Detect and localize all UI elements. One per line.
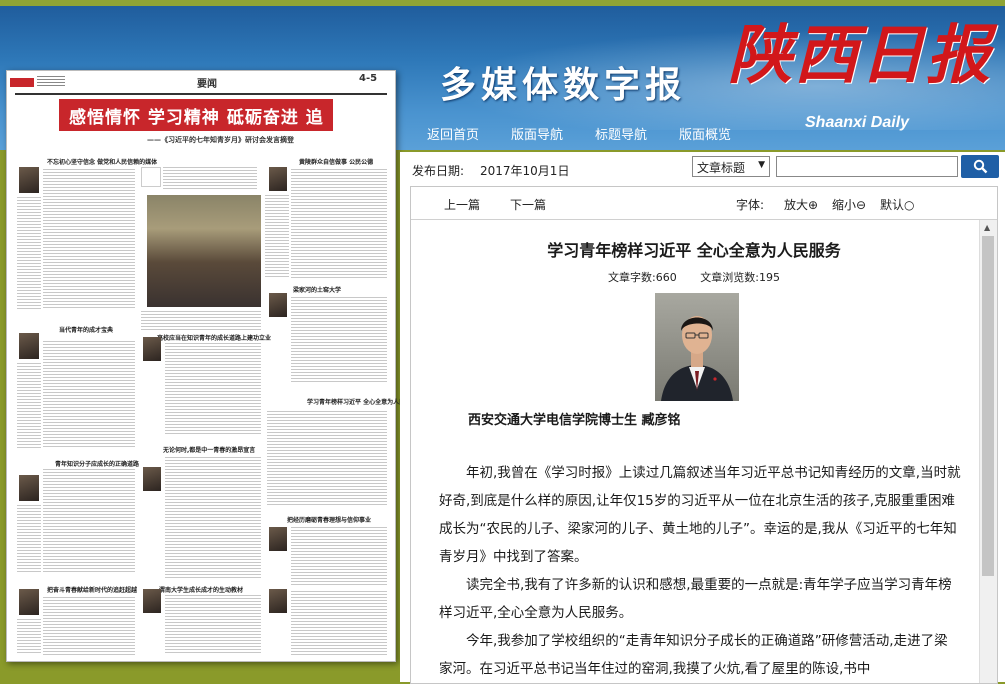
plus-circle-icon: ⊕ [808, 198, 819, 212]
zoom-out-label: 缩小 [832, 198, 857, 212]
headline-area[interactable]: 青年知识分子应成长的正确道路 [55, 459, 139, 468]
mini-logo [10, 78, 34, 87]
text-column [267, 411, 387, 507]
portrait-image [655, 293, 739, 401]
mini-masthead-text [37, 76, 65, 88]
article-paragraph: 今年,我参加了学校组织的“走青年知识分子成长的正确道路”研修营活动,走进了梁家河… [439, 633, 948, 677]
text-column [265, 195, 289, 279]
author-photo [269, 167, 287, 191]
newspaper-logo: 陕西日报 [728, 18, 992, 93]
zoom-in-button[interactable]: 放大⊕ [784, 196, 818, 213]
article-paragraph: 读完全书,我有了许多新的认识和感想,最重要的一点就是:青年学子应当学习青年榜样习… [439, 577, 952, 621]
nav-page-overview[interactable]: 版面概览 [679, 124, 731, 143]
previous-article-link[interactable]: 上一篇 [444, 196, 480, 213]
newspaper-page-thumbnail[interactable]: 要闻 4-5 感悟情怀 学习精神 砥砺奋进 追赶超越 ——《习近平的七年知青岁月… [6, 70, 417, 662]
article-paragraph: 年初,我曾在《学习时报》上读过几篇叙述当年习近平总书记知青经历的文章,当时就好奇… [439, 465, 961, 565]
text-column [17, 363, 41, 449]
headline-area[interactable]: 不忘初心坚守信念 做党和人民信赖的媒体 [47, 157, 157, 166]
text-column [17, 197, 41, 309]
scroll-up-arrow-icon[interactable]: ▲ [984, 223, 990, 232]
reset-label: 默认 [880, 198, 905, 212]
divider [411, 219, 997, 220]
article-content-area: 发布日期: 2017年10月1日 文章标题 ▼ 上一篇 下一篇 字体: 放大⊕ … [400, 152, 1005, 684]
text-column [17, 619, 41, 655]
zoom-out-button[interactable]: 缩小⊖ [832, 196, 866, 213]
page-name: 要闻 [197, 79, 217, 90]
search-bar: 发布日期: 2017年10月1日 文章标题 ▼ [400, 152, 1005, 186]
banner-title: 感悟情怀 学习精神 砥砺奋进 追赶超越 [69, 108, 324, 153]
article-panel: 上一篇 下一篇 字体: 放大⊕ 缩小⊖ 默认○ 学习青年榜样习近平 全心全意为人… [410, 186, 998, 684]
reset-font-button[interactable]: 默认○ [880, 196, 915, 213]
text-column [43, 169, 135, 309]
nav-page-navigation[interactable]: 版面导航 [511, 124, 563, 143]
nav-home[interactable]: 返回首页 [427, 124, 479, 143]
text-column [291, 169, 387, 279]
masthead-rule [15, 93, 387, 95]
headline-area[interactable]: 高校应当在知识青年的成长道路上建功立业 [157, 333, 271, 342]
next-article-link[interactable]: 下一篇 [510, 196, 546, 213]
banner-subtitle: ——《习近平的七年知青岁月》研讨会发言摘登 [147, 136, 294, 144]
word-count: 文章字数:660 [608, 271, 677, 284]
text-column [165, 457, 261, 579]
text-column [291, 591, 387, 655]
headline-area[interactable]: 黄陵群众自信做事 公民公德 [299, 157, 373, 166]
meeting-photo[interactable] [147, 195, 261, 307]
photo-caption: 西安交通大学电信学院博士生 臧彦铭 [468, 413, 681, 428]
font-size-label: 字体: [736, 198, 765, 212]
headline-area[interactable]: 当代青年的成才宝典 [59, 325, 113, 334]
search-type-value: 文章标题 [697, 161, 746, 175]
headline-area[interactable]: 把经历磨砺青春理想与信仰事业 [287, 515, 371, 524]
author-photo [143, 589, 161, 613]
text-column [165, 595, 261, 655]
publish-date-value: 2017年10月1日 [480, 164, 570, 178]
author-photo [19, 167, 39, 193]
author-photo [19, 333, 39, 359]
search-icon [973, 159, 988, 174]
vertical-scrollbar[interactable]: ▲ [979, 220, 997, 683]
text-column [17, 505, 41, 573]
author-photo [19, 475, 39, 501]
article-stats: 文章字数:660 文章浏览数:195 [411, 269, 977, 285]
main-nav: 返回首页 版面导航 标题导航 版面概览 [400, 118, 1005, 148]
site-title: 多媒体数字报 [440, 64, 687, 106]
text-column [43, 469, 135, 573]
article-body: 年初,我曾在《学习时报》上读过几篇叙述当年习近平总书记知青经历的文章,当时就好奇… [439, 459, 961, 683]
headline-area[interactable]: 渭南大学生成长成才的生动教材 [159, 585, 243, 594]
text-column [43, 597, 135, 655]
nav-title-navigation[interactable]: 标题导航 [595, 124, 647, 143]
article-title: 学习青年榜样习近平 全心全意为人民服务 [547, 241, 841, 260]
text-column [291, 297, 387, 383]
author-photo [269, 589, 287, 613]
zoom-in-label: 放大 [784, 198, 809, 212]
page-number: 4-5 [359, 73, 378, 84]
scrollbar-thumb[interactable] [982, 236, 994, 576]
view-count: 文章浏览数:195 [700, 271, 780, 284]
page-banner[interactable]: 感悟情怀 学习精神 砥砺奋进 追赶超越 [59, 99, 333, 153]
text-column [291, 527, 387, 587]
author-photo [143, 467, 161, 491]
text-column [165, 343, 261, 435]
author-photo [269, 293, 287, 317]
author-photo [143, 337, 161, 361]
author-photo [269, 527, 287, 551]
text-column [163, 167, 257, 191]
chevron-down-icon: ▼ [758, 160, 765, 170]
paper-masthead: 要闻 4-5 [7, 71, 395, 93]
logo-badge [141, 167, 161, 187]
text-column [141, 311, 261, 331]
author-photo [19, 589, 39, 615]
text-column [43, 341, 135, 449]
minus-circle-icon: ⊖ [856, 198, 867, 212]
author-portrait-photo[interactable] [655, 293, 739, 401]
circle-icon: ○ [904, 198, 915, 212]
search-type-select[interactable]: 文章标题 ▼ [692, 156, 770, 177]
publish-date-label: 发布日期: [412, 164, 465, 178]
headline-area[interactable]: 无论何时,都是中一青春的激昂宣言 [163, 445, 255, 454]
headline-area[interactable]: 把奋斗青春献给新时代的追赶超越 [47, 585, 137, 594]
search-input[interactable] [776, 156, 958, 177]
search-button[interactable] [961, 155, 999, 178]
headline-area[interactable]: 梁家河的土窑大学 [293, 285, 341, 294]
